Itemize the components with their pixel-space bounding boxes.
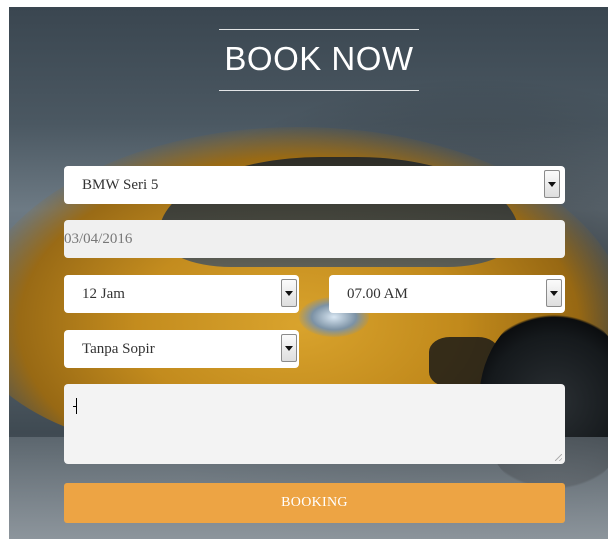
booking-button[interactable]: BOOKING — [64, 483, 565, 523]
time-select[interactable]: 07.00 AM — [329, 275, 565, 313]
date-field[interactable]: 03/04/2016 — [64, 220, 565, 258]
car-model-select[interactable]: BMW Seri 5 — [64, 166, 565, 204]
resize-grip-icon[interactable] — [555, 454, 562, 461]
screen: BOOK NOW BMW Seri 5 03/04/2016 12 Jam 07… — [0, 0, 614, 545]
text-caret-tick — [73, 406, 76, 407]
duration-value: 12 Jam — [82, 286, 125, 302]
date-value: 03/04/2016 — [64, 231, 133, 247]
chevron-down-icon[interactable] — [281, 334, 297, 362]
title-bottom-divider — [219, 90, 419, 91]
title-top-divider — [219, 29, 419, 30]
time-value: 07.00 AM — [347, 286, 408, 302]
page-title-block: BOOK NOW — [219, 29, 419, 91]
driver-value: Tanpa Sopir — [82, 341, 155, 357]
duration-select[interactable]: 12 Jam — [64, 275, 299, 313]
notes-textarea[interactable] — [64, 384, 565, 464]
chevron-down-icon[interactable] — [544, 170, 560, 198]
text-caret — [76, 398, 77, 414]
driver-select[interactable]: Tanpa Sopir — [64, 330, 299, 368]
car-model-value: BMW Seri 5 — [82, 177, 159, 193]
chevron-down-icon[interactable] — [546, 279, 562, 307]
booking-panel: BOOK NOW BMW Seri 5 03/04/2016 12 Jam 07… — [9, 7, 608, 539]
page-title: BOOK NOW — [224, 40, 414, 77]
chevron-down-icon[interactable] — [281, 279, 297, 307]
